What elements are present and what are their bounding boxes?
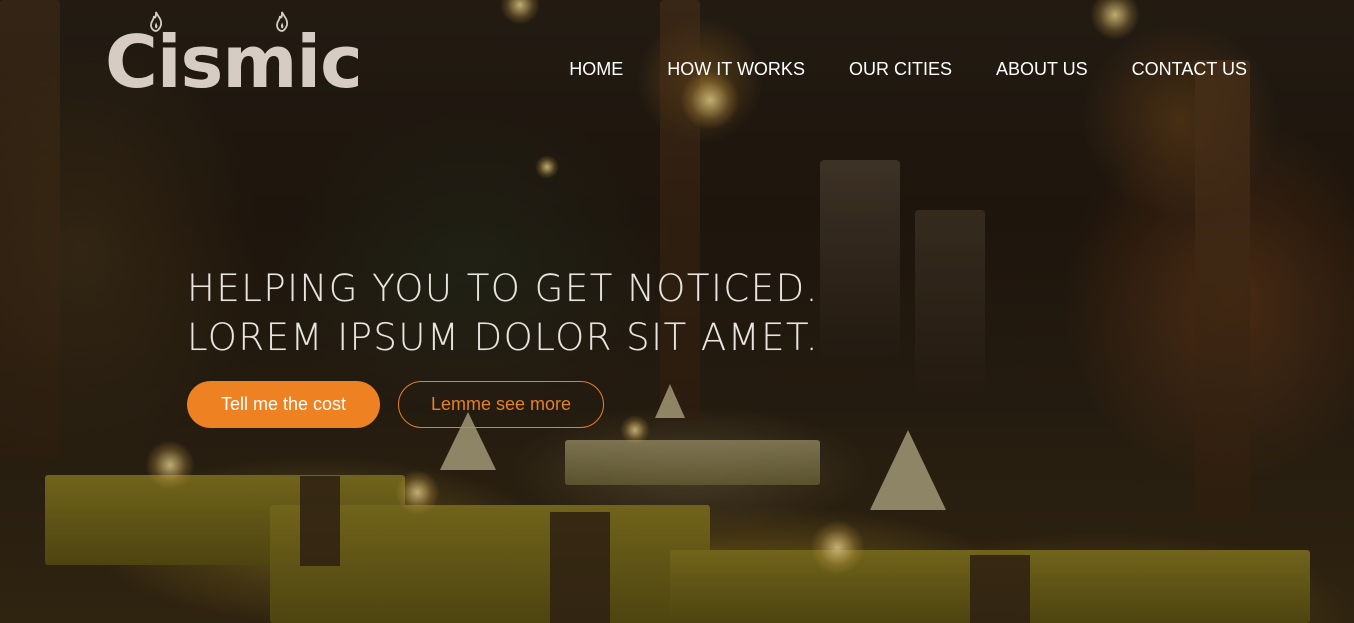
- logo-text: Cismic: [105, 20, 363, 104]
- nav-home[interactable]: HOME: [569, 56, 623, 82]
- logo[interactable]: Cismic: [105, 11, 363, 102]
- nav-our-cities[interactable]: OUR CITIES: [849, 56, 952, 82]
- nav-contact-us[interactable]: CONTACT US: [1132, 56, 1247, 82]
- cta-buttons: Tell me the cost Lemme see more: [187, 381, 604, 428]
- tell-me-the-cost-button[interactable]: Tell me the cost: [187, 381, 380, 428]
- hero-section: Cismic HOME HOW IT WORKS OUR CITIES ABOU…: [0, 0, 1354, 623]
- headline-line-2: LOREM IPSUM DOLOR SIT AMET.: [187, 316, 820, 359]
- headline-line-1: HELPING YOU TO GET NOTICED.: [187, 267, 819, 310]
- main-nav: HOME HOW IT WORKS OUR CITIES ABOUT US CO…: [569, 56, 1247, 82]
- flame-icon: [150, 11, 163, 32]
- flame-icon: [276, 11, 289, 32]
- hero-headline: HELPING YOU TO GET NOTICED. LOREM IPSUM …: [187, 264, 887, 362]
- nav-about-us[interactable]: ABOUT US: [996, 56, 1088, 82]
- nav-how-it-works[interactable]: HOW IT WORKS: [667, 56, 805, 82]
- lemme-see-more-button[interactable]: Lemme see more: [398, 381, 604, 428]
